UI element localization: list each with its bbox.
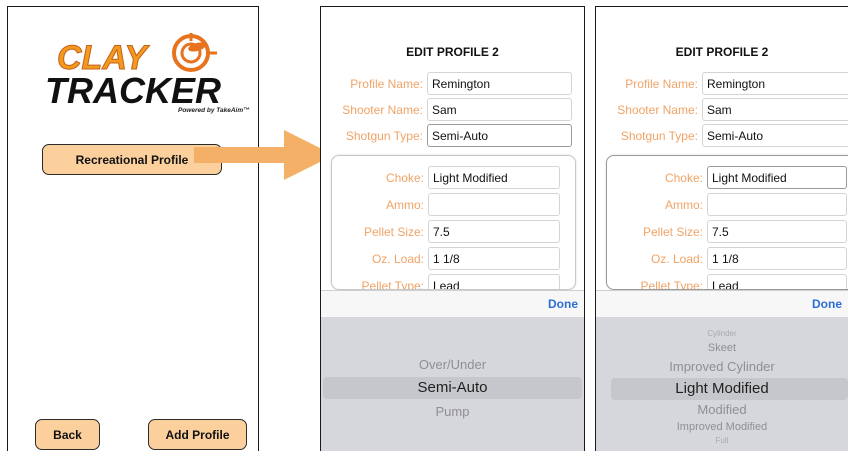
pellet-size-label: Pellet Size: bbox=[642, 224, 703, 239]
pellet-type-row: Pellet Type: Lead bbox=[332, 274, 575, 290]
oz-load-row: Oz. Load: 1 1/8 bbox=[332, 247, 575, 270]
ammo-field[interactable] bbox=[707, 193, 847, 216]
profile-name-field[interactable]: Remington bbox=[702, 72, 848, 95]
picker-option[interactable]: Cylinder bbox=[596, 329, 848, 338]
shooter-name-row: Shooter Name: Sam bbox=[596, 98, 848, 121]
shotgun-type-picker[interactable]: Over/Under Semi-Auto Pump bbox=[321, 317, 584, 451]
logo-tagline: Powered by TakeAim™ bbox=[178, 107, 250, 114]
ammo-field[interactable] bbox=[428, 193, 560, 216]
logo-line-tracker: TRACKER bbox=[45, 70, 221, 111]
done-button[interactable]: Done bbox=[548, 297, 578, 311]
picker-option[interactable]: Over/Under bbox=[321, 357, 584, 372]
picker-option[interactable]: Full bbox=[596, 436, 848, 445]
pellet-type-label: Pellet Type: bbox=[640, 278, 703, 290]
oz-load-field[interactable]: 1 1/8 bbox=[707, 247, 847, 270]
edit-profile-screen-shotgun: EDIT PROFILE 2 Profile Name: Remington S… bbox=[320, 6, 585, 451]
picker-option[interactable]: Pump bbox=[321, 404, 584, 419]
oz-load-label: Oz. Load: bbox=[371, 251, 424, 266]
done-button[interactable]: Done bbox=[812, 297, 842, 311]
pellet-type-field[interactable]: Lead bbox=[707, 274, 847, 289]
choke-field[interactable]: Light Modified bbox=[428, 166, 560, 189]
shotgun-type-row: Shotgun Type: Semi-Auto bbox=[321, 124, 584, 147]
picker-option[interactable]: Improved Cylinder bbox=[596, 359, 848, 374]
picker-toolbar: Done bbox=[596, 290, 848, 317]
profile-name-label: Profile Name: bbox=[350, 76, 423, 91]
home-screen: CLAY TRACKER Powered by TakeAim™ Recreat… bbox=[7, 6, 259, 451]
shotgun-type-field[interactable]: Semi-Auto bbox=[427, 124, 572, 147]
picker-option[interactable]: Modified bbox=[596, 402, 848, 417]
page-title: EDIT PROFILE 2 bbox=[406, 45, 499, 59]
ammo-label: Ammo: bbox=[664, 197, 703, 212]
shotgun-type-row: Shotgun Type: Semi-Auto bbox=[596, 124, 848, 147]
shooter-name-field[interactable]: Sam bbox=[427, 98, 572, 121]
profile-name-row: Profile Name: Remington bbox=[321, 72, 584, 95]
profile-name-field[interactable]: Remington bbox=[427, 72, 572, 95]
page-title: EDIT PROFILE 2 bbox=[675, 45, 769, 59]
picker-option-selected[interactable]: Light Modified bbox=[596, 380, 848, 397]
edit-profile-screen-choke: EDIT PROFILE 2 Profile Name: Remington S… bbox=[595, 6, 848, 451]
pellet-size-row: Pellet Size: 7.5 bbox=[332, 220, 575, 243]
shooter-name-label: Shooter Name: bbox=[342, 102, 423, 117]
pellet-type-field[interactable]: Lead bbox=[428, 274, 560, 289]
choke-row: Choke: Light Modified bbox=[607, 166, 848, 189]
back-button[interactable]: Back bbox=[35, 419, 100, 450]
shooter-name-label: Shooter Name: bbox=[617, 102, 698, 117]
oz-load-label: Oz. Load: bbox=[650, 251, 703, 266]
shotgun-type-label: Shotgun Type: bbox=[620, 128, 698, 143]
load-details-card: Choke: Light Modified Ammo: Pellet Size:… bbox=[606, 155, 848, 290]
profile-name-row: Profile Name: Remington bbox=[596, 72, 848, 95]
ammo-label: Ammo: bbox=[385, 197, 424, 212]
load-details-card: Choke: Light Modified Ammo: Pellet Size:… bbox=[331, 155, 576, 290]
picker-option[interactable]: Skeet bbox=[596, 342, 848, 354]
pellet-size-field[interactable]: 7.5 bbox=[428, 220, 560, 243]
pellet-type-row: Pellet Type: Lead bbox=[607, 274, 848, 290]
ammo-row: Ammo: bbox=[607, 193, 848, 216]
shooter-name-field[interactable]: Sam bbox=[702, 98, 848, 121]
choke-label: Choke: bbox=[664, 170, 703, 185]
oz-load-row: Oz. Load: 1 1/8 bbox=[607, 247, 848, 270]
choke-row: Choke: Light Modified bbox=[332, 166, 575, 189]
profile-name-label: Profile Name: bbox=[625, 76, 698, 91]
clay-tracker-logo: CLAY TRACKER Powered by TakeAim™ bbox=[43, 33, 250, 123]
flow-arrow-icon bbox=[194, 130, 334, 180]
add-profile-button[interactable]: Add Profile bbox=[148, 419, 247, 450]
choke-picker[interactable]: Cylinder Skeet Improved Cylinder Light M… bbox=[596, 317, 848, 451]
shotgun-type-label: Shotgun Type: bbox=[345, 128, 423, 143]
oz-load-field[interactable]: 1 1/8 bbox=[428, 247, 560, 270]
choke-field[interactable]: Light Modified bbox=[707, 166, 847, 189]
stage: CLAY TRACKER Powered by TakeAim™ Recreat… bbox=[0, 0, 848, 451]
pellet-size-label: Pellet Size: bbox=[363, 224, 424, 239]
picker-option[interactable]: Improved Modified bbox=[596, 421, 848, 433]
target-icon bbox=[172, 33, 217, 72]
pellet-size-row: Pellet Size: 7.5 bbox=[607, 220, 848, 243]
pellet-type-label: Pellet Type: bbox=[361, 278, 424, 290]
pellet-size-field[interactable]: 7.5 bbox=[707, 220, 847, 243]
choke-label: Choke: bbox=[385, 170, 424, 185]
ammo-row: Ammo: bbox=[332, 193, 575, 216]
picker-toolbar: Done bbox=[321, 290, 584, 317]
shotgun-type-field[interactable]: Semi-Auto bbox=[702, 124, 848, 147]
picker-option-selected[interactable]: Semi-Auto bbox=[321, 379, 584, 396]
shooter-name-row: Shooter Name: Sam bbox=[321, 98, 584, 121]
